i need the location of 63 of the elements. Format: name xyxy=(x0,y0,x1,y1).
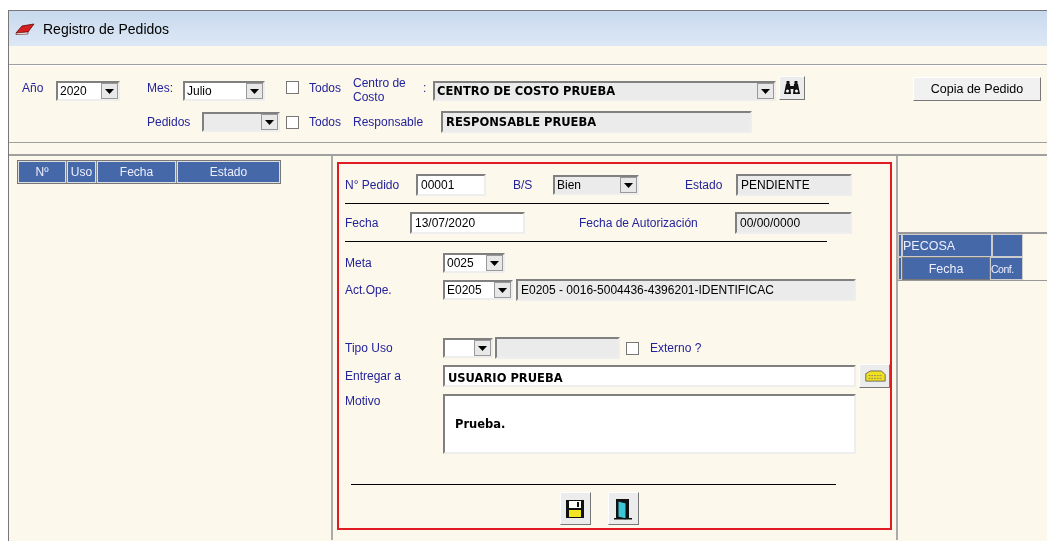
orders-dropdown[interactable] xyxy=(202,112,280,132)
caret-icon xyxy=(486,255,503,271)
reason-label: Motivo xyxy=(345,394,382,408)
orders-label: Pedidos xyxy=(147,115,192,129)
binoculars-icon xyxy=(783,80,802,96)
column-header[interactable]: Nº xyxy=(18,161,66,183)
date-field[interactable]: 13/07/2020 xyxy=(410,212,525,234)
status-label: Estado xyxy=(685,178,724,192)
column-header[interactable]: Conf. xyxy=(990,257,1023,280)
eraser-icon xyxy=(15,22,35,35)
date-label: Fecha xyxy=(345,216,380,230)
checkbox[interactable] xyxy=(286,81,299,94)
goal-label: Meta xyxy=(345,256,373,270)
year-dropdown[interactable]: 2020 xyxy=(56,81,120,101)
external-label: Externo ? xyxy=(650,341,702,355)
caret-icon xyxy=(246,83,263,99)
use-type-label: Tipo Uso xyxy=(345,341,394,355)
window-title: Registro de Pedidos xyxy=(43,20,170,37)
authorization-date-field: 00/00/0000 xyxy=(735,212,852,234)
cost-center-label: Centro de Costo xyxy=(353,76,407,104)
activity-dropdown[interactable]: E0205 xyxy=(443,280,513,300)
column-header[interactable]: Uso xyxy=(67,161,96,183)
save-button[interactable] xyxy=(559,492,591,525)
authorization-date-label: Fecha de Autorización xyxy=(579,216,699,230)
caret-icon xyxy=(757,83,775,99)
use-type-dropdown[interactable] xyxy=(443,338,493,358)
column-header[interactable]: Fecha xyxy=(902,257,990,280)
goal-dropdown[interactable]: 0025 xyxy=(443,253,505,273)
column-group-header: PECOSA xyxy=(902,234,992,257)
column-header[interactable]: Fecha xyxy=(97,161,176,183)
search-button[interactable] xyxy=(779,76,806,100)
order-number-field[interactable]: 00001 xyxy=(416,174,486,196)
responsible-field: RESPONSABLE PRUEBA xyxy=(441,111,753,133)
door-icon xyxy=(613,497,633,520)
goods-services-label: B/S xyxy=(513,178,534,192)
month-label: Mes: xyxy=(147,81,174,95)
copy-order-button[interactable]: Copia de Pedido xyxy=(913,77,1041,101)
caret-icon xyxy=(494,282,511,298)
month-dropdown[interactable]: Julio xyxy=(183,81,265,101)
reason-textarea[interactable]: Prueba. xyxy=(443,394,856,454)
checkbox[interactable] xyxy=(626,341,639,355)
deliver-to-field[interactable]: USUARIO PRUEBA xyxy=(443,365,856,387)
order-number-label: N° Pedido xyxy=(345,178,401,192)
activity-label: Act.Ope. xyxy=(345,283,393,297)
all-orders-label: Todos xyxy=(309,115,342,129)
column-header[interactable]: Estado xyxy=(177,161,280,183)
all-months-label: Todos xyxy=(309,81,342,95)
exit-button[interactable] xyxy=(607,492,639,525)
status-field: PENDIENTE xyxy=(736,174,852,196)
year-label: Año xyxy=(22,81,45,95)
separator-colon: : xyxy=(423,81,428,95)
activity-description-field: E0205 - 0016-5004436-4396201-IDENTIFICAC xyxy=(516,279,856,301)
caret-icon xyxy=(474,340,491,356)
deliver-to-label: Entregar a xyxy=(345,369,403,383)
goods-services-dropdown[interactable]: Bien xyxy=(553,175,639,195)
caret-icon xyxy=(620,177,637,193)
caret-icon xyxy=(261,114,278,130)
caret-icon xyxy=(101,83,118,99)
responsible-label: Responsable xyxy=(353,115,425,129)
checkbox[interactable] xyxy=(286,115,299,129)
tag-icon xyxy=(862,369,887,383)
lookup-button[interactable] xyxy=(859,364,890,388)
cost-center-dropdown[interactable]: CENTRO DE COSTO PRUEBA xyxy=(433,81,777,101)
